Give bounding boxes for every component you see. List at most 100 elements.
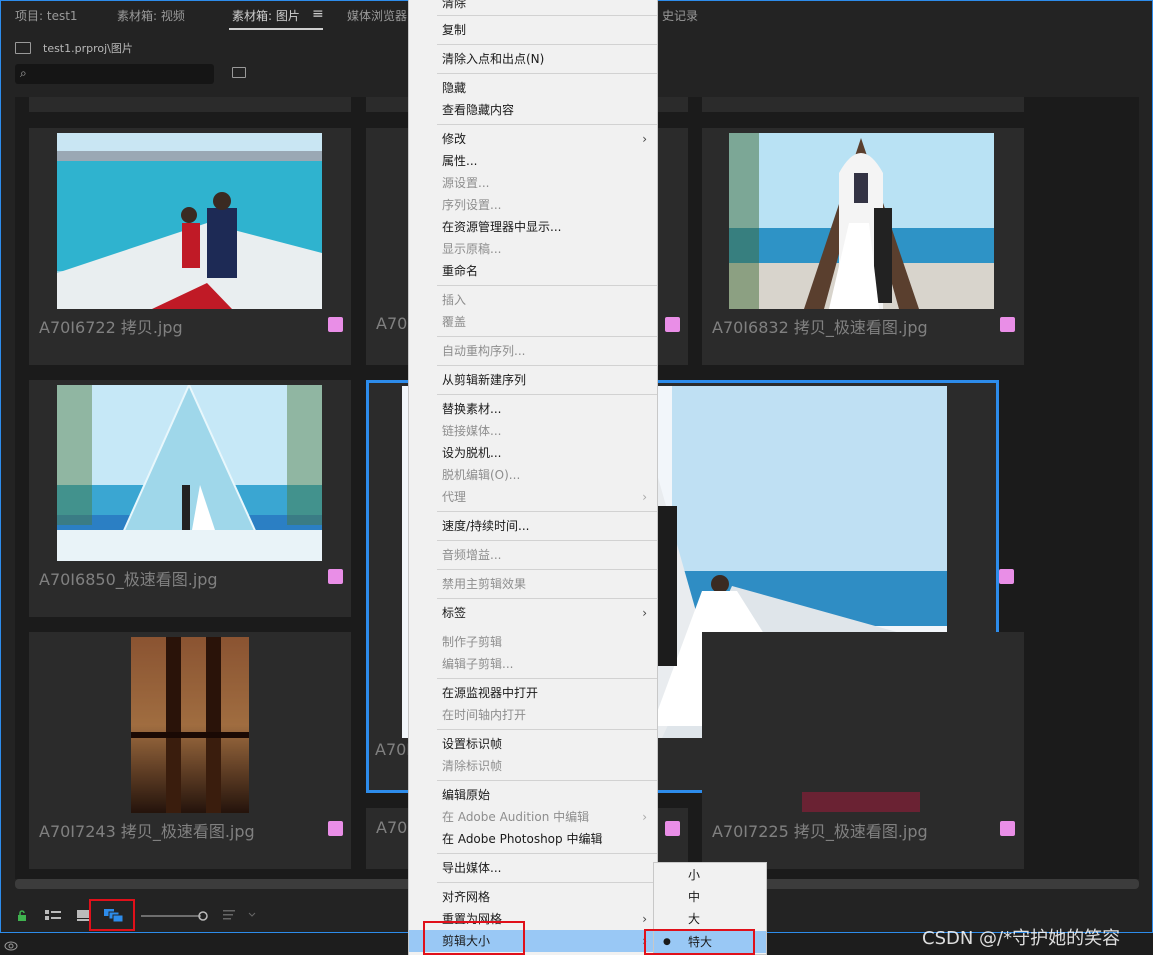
menu-item-label: 设为脱机...: [442, 446, 502, 460]
menu-separator: [437, 44, 657, 45]
menu-item-34[interactable]: 导出媒体...: [409, 857, 657, 879]
panel-menu-icon[interactable]: ≡: [312, 6, 324, 22]
find-icon[interactable]: [232, 67, 246, 78]
sort-icons-icon[interactable]: [223, 910, 259, 921]
active-tab-indicator: [229, 28, 323, 30]
clip-card[interactable]: A70I6850_极速看图.jpg: [29, 380, 351, 617]
menu-item-26[interactable]: 编辑子剪辑...: [409, 653, 657, 675]
tab-bin-video[interactable]: 素材箱: 视频: [117, 7, 185, 24]
size-option-medium[interactable]: 中: [654, 886, 766, 908]
menu-item-13[interactable]: 覆盖: [409, 311, 657, 333]
menu-item-28[interactable]: 在时间轴内打开: [409, 704, 657, 726]
menu-item-21[interactable]: 速度/持续时间...: [409, 515, 657, 537]
menu-item-label: 查看隐藏内容: [442, 103, 515, 117]
clip-thumbnail: [802, 792, 920, 812]
menu-item-29[interactable]: 设置标识帧: [409, 733, 657, 755]
clip-thumbnail: [57, 385, 322, 561]
tab-media-browser[interactable]: 媒体浏览器: [347, 7, 407, 24]
label-color-tag[interactable]: [1000, 317, 1015, 332]
label-color-tag[interactable]: [1000, 821, 1015, 836]
label-color-tag[interactable]: [999, 569, 1014, 584]
menu-item-22[interactable]: 音频增益...: [409, 544, 657, 566]
menu-separator: [437, 394, 657, 395]
clip-card[interactable]: A70I6722 拷贝.jpg: [29, 128, 351, 365]
menu-item-2[interactable]: 清除入点和出点(N): [409, 48, 657, 70]
watermark: CSDN @/*守护她的笑容: [922, 928, 1121, 949]
menu-item-label: 插入: [442, 293, 467, 307]
clip-card-partial[interactable]: [29, 97, 351, 112]
menu-item-20[interactable]: 代理 ›: [409, 486, 657, 508]
clip-card[interactable]: A70I7225 拷贝_极速看图.jpg: [702, 632, 1024, 869]
label-color-tag[interactable]: [328, 821, 343, 836]
annotation-box: [89, 899, 135, 931]
label-color-tag[interactable]: [328, 317, 343, 332]
menu-separator: [437, 124, 657, 125]
tab-project[interactable]: 项目: test1: [15, 7, 78, 24]
menu-item-25[interactable]: 制作子剪辑: [409, 631, 657, 653]
menu-item-19[interactable]: 脱机编辑(O)...: [409, 464, 657, 486]
menu-item-label: 自动重构序列...: [442, 344, 526, 358]
menu-item-31[interactable]: 编辑原始: [409, 784, 657, 806]
tab-history[interactable]: 史记录: [662, 7, 698, 24]
menu-item-6[interactable]: 属性...: [409, 150, 657, 172]
menu-item-16[interactable]: 替换素材...: [409, 398, 657, 420]
lock-icon[interactable]: [17, 910, 27, 922]
search-input[interactable]: ⌕: [15, 64, 214, 84]
menu-item-label: 速度/持续时间...: [442, 519, 530, 533]
size-option-large[interactable]: 大: [654, 908, 766, 930]
menu-separator: [437, 678, 657, 679]
menu-separator: [437, 540, 657, 541]
menu-item-32[interactable]: 在 Adobe Audition 中编辑 ›: [409, 806, 657, 828]
menu-item-label: 覆盖: [442, 315, 467, 329]
menu-item-label: 在 Adobe Audition 中编辑: [442, 810, 590, 824]
tab-bin-images[interactable]: 素材箱: 图片: [232, 7, 300, 24]
menu-separator: [437, 285, 657, 286]
menu-item-label: 清除: [442, 0, 467, 10]
clip-card-partial[interactable]: [702, 97, 1024, 112]
menu-item-23[interactable]: 禁用主剪辑效果: [409, 573, 657, 595]
search-icon: ⌕: [20, 66, 27, 80]
clip-name: A70I7243 拷贝_极速看图.jpg: [39, 822, 255, 841]
menu-item-label: 对齐网格: [442, 890, 491, 904]
menu-item-27[interactable]: 在源监视器中打开: [409, 682, 657, 704]
menu-item-9[interactable]: 在资源管理器中显示...: [409, 216, 657, 238]
menu-item-0[interactable]: 清除: [409, 0, 657, 14]
menu-item-label: 禁用主剪辑效果: [442, 577, 527, 591]
menu-item-label: 清除标识帧: [442, 759, 503, 773]
menu-item-18[interactable]: 设为脱机...: [409, 442, 657, 464]
menu-item-24[interactable]: 标签 ›: [409, 602, 657, 624]
menu-item-17[interactable]: 链接媒体...: [409, 420, 657, 442]
menu-item-12[interactable]: 插入: [409, 289, 657, 311]
menu-separator: [437, 569, 657, 570]
clip-name: A70I6850_极速看图.jpg: [39, 570, 218, 589]
label-color-tag[interactable]: [665, 821, 680, 836]
size-option-small[interactable]: 小: [654, 864, 766, 886]
menu-item-11[interactable]: 重命名: [409, 260, 657, 282]
label-color-tag[interactable]: [665, 317, 680, 332]
clip-card[interactable]: A70I6832 拷贝_极速看图.jpg: [702, 128, 1024, 365]
list-view-icon[interactable]: [45, 910, 61, 921]
breadcrumb: test1.prproj\图片: [15, 39, 133, 57]
menu-item-33[interactable]: 在 Adobe Photoshop 中编辑: [409, 828, 657, 850]
menu-item-35[interactable]: 对齐网格: [409, 886, 657, 908]
menu-item-14[interactable]: 自动重构序列...: [409, 340, 657, 362]
menu-item-15[interactable]: 从剪辑新建序列: [409, 369, 657, 391]
menu-item-7[interactable]: 源设置...: [409, 172, 657, 194]
menu-item-5[interactable]: 修改 ›: [409, 128, 657, 150]
menu-item-8[interactable]: 序列设置...: [409, 194, 657, 216]
menu-item-label: 制作子剪辑: [442, 635, 503, 649]
menu-item-label: 编辑原始: [442, 788, 491, 802]
icon-view-icon[interactable]: [77, 910, 89, 921]
clip-name: A70I7225 拷贝_极速看图.jpg: [712, 822, 928, 841]
menu-item-3[interactable]: 隐藏: [409, 77, 657, 99]
clip-card[interactable]: A70I7243 拷贝_极速看图.jpg: [29, 632, 351, 869]
menu-item-10[interactable]: 显示原稿...: [409, 238, 657, 260]
menu-item-4[interactable]: 查看隐藏内容: [409, 99, 657, 121]
label-color-tag[interactable]: [328, 569, 343, 584]
menu-item-1[interactable]: 复制: [409, 19, 657, 41]
menu-separator: [437, 729, 657, 730]
menu-item-label: 导出媒体...: [442, 861, 502, 875]
parent-folder-icon[interactable]: [15, 42, 31, 54]
zoom-slider[interactable]: [141, 909, 211, 923]
menu-item-30[interactable]: 清除标识帧: [409, 755, 657, 777]
